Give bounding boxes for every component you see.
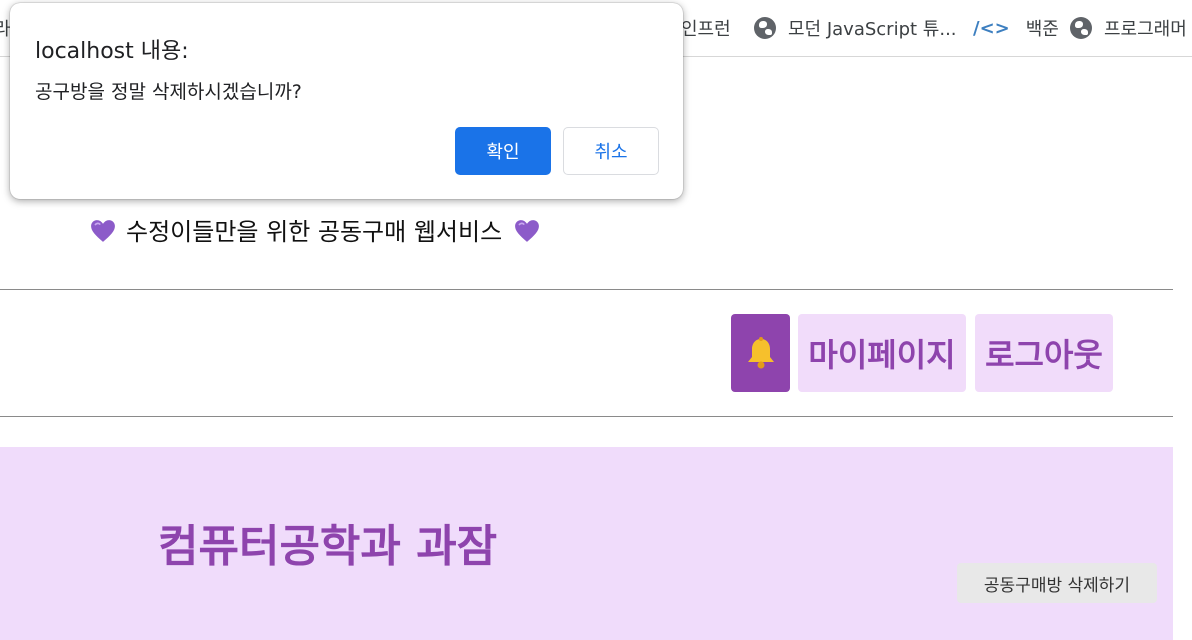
mypage-label: 마이페이지 <box>808 336 956 374</box>
code-icon: /<> <box>973 17 1010 39</box>
purple-heart-icon <box>90 219 115 242</box>
bookmark-modern-js[interactable]: 모던 JavaScript 튜... <box>754 16 957 40</box>
globe-icon <box>1070 17 1092 39</box>
bookmark-partial[interactable]: 라 <box>0 16 11 40</box>
site-tagline: 수정이들만을 위한 공동구매 웹서비스 <box>90 212 540 247</box>
notification-button[interactable] <box>731 314 790 392</box>
dialog-title: localhost 내용: <box>35 39 189 64</box>
divider <box>0 289 1173 290</box>
confirm-cancel-button[interactable]: 취소 <box>563 127 659 175</box>
purple-heart-icon <box>514 219 540 242</box>
divider <box>0 416 1173 417</box>
bookmark-programmers-label: 프로그래머 <box>1104 19 1187 40</box>
globe-icon <box>754 17 776 39</box>
bookmark-baekjoon-label: 백준 <box>1025 19 1059 40</box>
bookmark-programmers[interactable]: 프로그래머 <box>1070 16 1187 40</box>
mypage-button[interactable]: 마이페이지 <box>798 314 966 392</box>
dialog-message: 공구방을 정말 삭제하시겠습니까? <box>35 81 302 103</box>
logout-button[interactable]: 로그아웃 <box>975 314 1113 392</box>
browser-viewport: 라 인프런 모던 JavaScript 튜... /<> 백준 프로그래머 수정… <box>0 0 1192 640</box>
bookmark-partial-label: 라 <box>0 15 11 41</box>
bookmark-inflearn-label: 인프런 <box>681 19 731 40</box>
bookmark-inflearn[interactable]: 인프런 <box>681 16 731 40</box>
bookmark-baekjoon[interactable]: /<> 백준 <box>973 16 1059 41</box>
bookmark-modern-js-label: 모던 JavaScript 튜... <box>788 19 957 40</box>
delete-room-button[interactable]: 공동구매방 삭제하기 <box>957 563 1157 603</box>
tagline-text: 수정이들만을 위한 공동구매 웹서비스 <box>126 218 503 246</box>
bell-icon <box>747 337 774 369</box>
logout-label: 로그아웃 <box>985 336 1103 374</box>
confirm-ok-button[interactable]: 확인 <box>455 127 551 175</box>
confirm-dialog: localhost 내용: 공구방을 정말 삭제하시겠습니까? 확인 취소 <box>10 3 683 199</box>
room-title: 컴퓨터공학과 과잠 <box>158 521 498 572</box>
